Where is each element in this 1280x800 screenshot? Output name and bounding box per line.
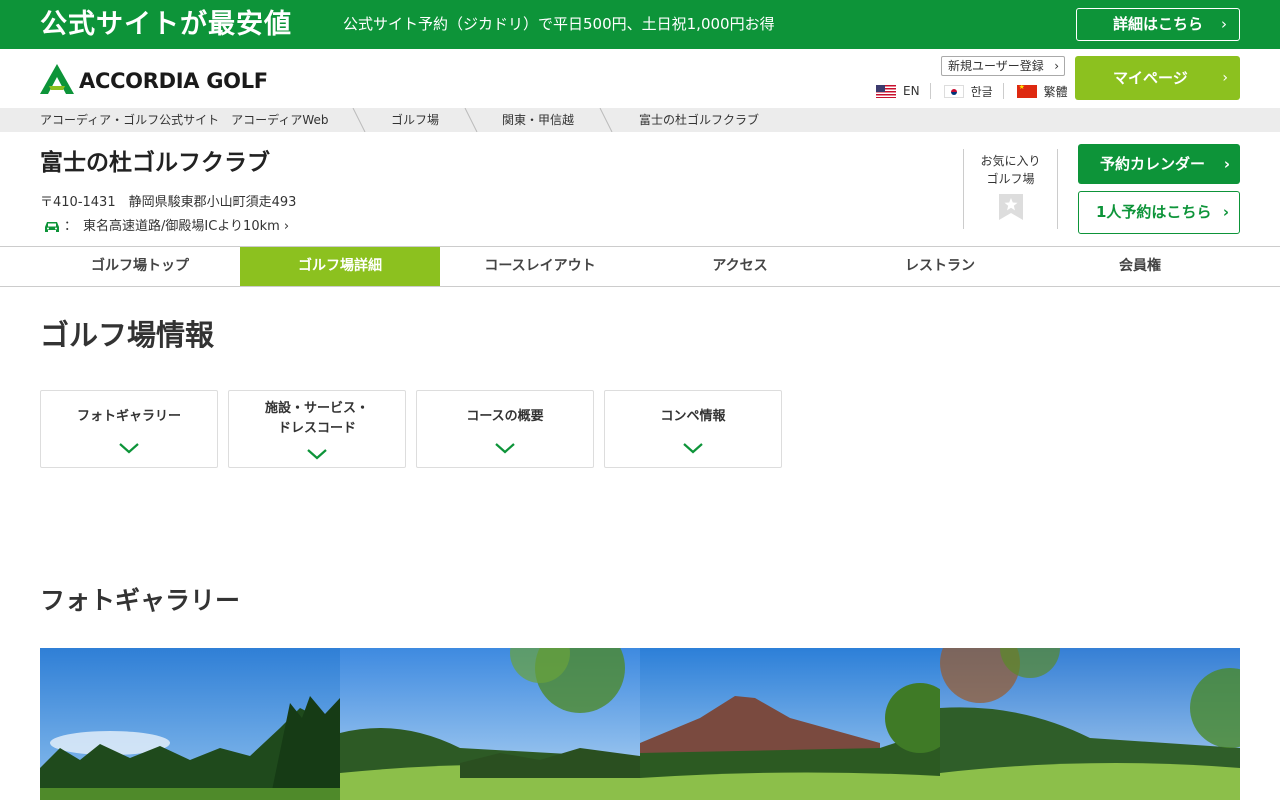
cn-flag-icon xyxy=(1016,84,1037,98)
chevron-right-icon: › xyxy=(1221,15,1227,33)
tab-golf-top[interactable]: ゴルフ場トップ xyxy=(40,247,240,286)
gallery-photo[interactable] xyxy=(640,648,940,800)
register-label: 新規ユーザー登録 xyxy=(948,59,1044,73)
gallery-photo[interactable] xyxy=(340,648,640,800)
gallery-title: フォトギャラリー xyxy=(40,586,241,615)
single-reservation-label: 1人予約はこちら xyxy=(1096,203,1212,221)
logo-text: ACCORDIA GOLF xyxy=(79,69,268,93)
breadcrumb: アコーディア・ゴルフ公式サイト アコーディアWeb ゴルフ場 関東・甲信越 富士… xyxy=(0,108,1280,132)
breadcrumb-item-home[interactable]: アコーディア・ゴルフ公式サイト アコーディアWeb xyxy=(40,108,328,132)
gallery-photo[interactable] xyxy=(940,648,1240,800)
breadcrumb-separator xyxy=(464,108,478,132)
breadcrumb-item-region[interactable]: 関東・甲信越 xyxy=(502,108,574,132)
tab-membership[interactable]: 会員権 xyxy=(1040,247,1240,286)
mypage-button[interactable]: マイページ › xyxy=(1075,56,1240,100)
lang-en[interactable]: EN xyxy=(876,83,931,99)
tab-access[interactable]: アクセス xyxy=(640,247,840,286)
access-prefix: ： xyxy=(64,219,78,234)
register-link[interactable]: 新規ユーザー登録 › xyxy=(941,56,1065,76)
promo-text: 公式サイト予約（ジカドリ）で平日500円、土日祝1,000円お得 xyxy=(343,15,775,33)
breadcrumb-item-golf[interactable]: ゴルフ場 xyxy=(391,108,439,132)
lang-label: EN xyxy=(903,84,920,98)
tab-restaurant[interactable]: レストラン xyxy=(840,247,1040,286)
chevron-right-icon: › xyxy=(1222,203,1229,221)
club-address: 〒410-1431 静岡県駿東郡小山町須走493 xyxy=(40,195,297,210)
mypage-label: マイページ xyxy=(1113,69,1188,87)
club-tabs: ゴルフ場トップ ゴルフ場詳細 コースレイアウト アクセス レストラン 会員権 xyxy=(0,246,1280,287)
info-card-course-overview[interactable]: コースの概要 xyxy=(416,390,594,468)
chevron-right-icon: › xyxy=(1223,155,1230,173)
chevron-down-icon xyxy=(683,443,703,454)
info-card-label: コースの概要 xyxy=(466,409,544,424)
lang-label: 한글 xyxy=(970,84,993,99)
lang-ko[interactable]: 한글 xyxy=(943,83,1004,99)
promo-details-label: 詳細はこちら xyxy=(1113,15,1204,33)
reservation-calendar-label: 予約カレンダー xyxy=(1100,155,1206,173)
page-title: 富士の杜ゴルフクラブ xyxy=(40,150,270,176)
club-access-link[interactable]: ： 東名高速道路/御殿場ICより10km › xyxy=(44,217,289,237)
info-card-photo-gallery[interactable]: フォトギャラリー xyxy=(40,390,218,468)
breadcrumb-separator xyxy=(352,108,366,132)
logo-mark-icon xyxy=(40,64,74,94)
breadcrumb-item-current: 富士の杜ゴルフクラブ xyxy=(639,113,760,127)
access-text: 東名高速道路/御殿場ICより10km › xyxy=(83,219,290,234)
info-card-label: 施設・サービス・ ドレスコード xyxy=(264,401,369,436)
chevron-down-icon xyxy=(495,443,515,454)
info-card-competition[interactable]: コンペ情報 xyxy=(604,390,782,468)
promo-details-button[interactable]: 詳細はこちら › xyxy=(1076,8,1240,41)
info-card-label: コンペ情報 xyxy=(660,409,726,424)
accordia-golf-logo[interactable]: ACCORDIA GOLF xyxy=(40,64,310,94)
tab-golf-details[interactable]: ゴルフ場詳細 xyxy=(240,247,440,286)
section-title: ゴルフ場情報 xyxy=(40,318,215,352)
lang-label: 繁體 xyxy=(1043,84,1068,99)
chevron-right-icon: › xyxy=(1222,70,1228,86)
info-card-facilities[interactable]: 施設・サービス・ ドレスコード xyxy=(228,390,406,468)
breadcrumb-separator xyxy=(599,108,613,132)
tab-course-layout[interactable]: コースレイアウト xyxy=(440,247,640,286)
us-flag-icon xyxy=(876,84,896,98)
reservation-calendar-button[interactable]: 予約カレンダー › xyxy=(1078,144,1240,184)
favorite-toggle[interactable]: お気に入り ゴルフ場 xyxy=(963,149,1058,229)
star-icon xyxy=(998,194,1023,220)
language-switcher: EN 한글 繁體 xyxy=(876,82,1068,100)
chevron-down-icon xyxy=(119,443,139,454)
single-reservation-button[interactable]: 1人予約はこちら › xyxy=(1078,191,1240,234)
info-card-label: フォトギャラリー xyxy=(76,409,181,424)
favorite-label: お気に入り ゴルフ場 xyxy=(980,154,1041,186)
kr-flag-icon xyxy=(943,84,964,98)
lang-zh-tw[interactable]: 繁體 xyxy=(1016,83,1068,99)
promo-title: 公式サイトが最安値 xyxy=(40,9,292,40)
gallery-photo[interactable] xyxy=(40,648,340,800)
chevron-right-icon: › xyxy=(1054,59,1059,73)
car-icon xyxy=(45,222,59,232)
chevron-down-icon xyxy=(307,449,327,460)
promo-banner: 公式サイトが最安値 公式サイト予約（ジカドリ）で平日500円、土日祝1,000円… xyxy=(0,0,1280,49)
